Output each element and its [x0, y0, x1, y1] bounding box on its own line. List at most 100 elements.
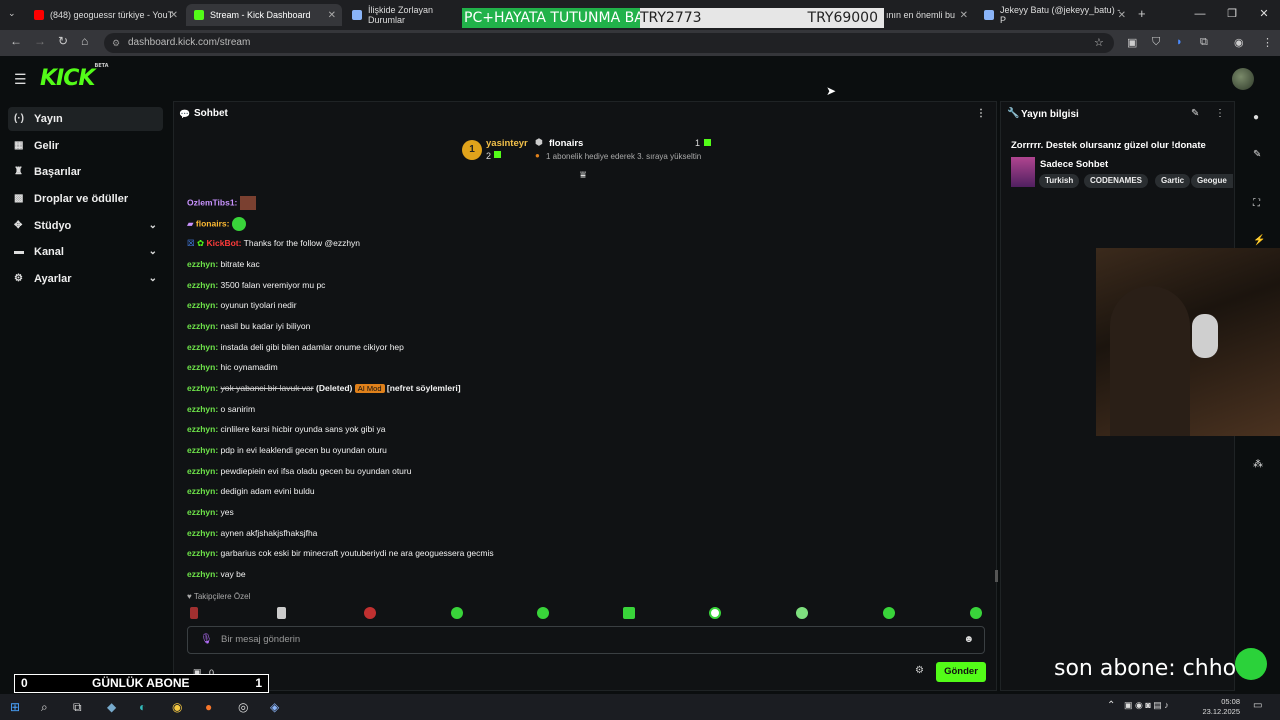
browser-menu-icon[interactable]: ⋮ [1262, 36, 1273, 49]
sidebar-item-basarilar[interactable]: ♜ Başarılar [8, 160, 163, 184]
sidebar-item-ayarlar[interactable]: ⚙ Ayarlar ⌄ [8, 267, 163, 291]
chat-settings-icon[interactable]: ⚙ [915, 665, 924, 676]
extension-icon[interactable]: ▣ [1127, 36, 1137, 49]
stream-tag[interactable]: Geogue [1191, 174, 1233, 188]
chat-message-input[interactable]: 🎙 Bir mesaj gönderin ☻ [187, 626, 985, 654]
tray-chevron-icon[interactable]: ⌃ [1107, 700, 1115, 711]
emote-button[interactable] [883, 607, 895, 619]
chat-username[interactable]: ezzhyn: [187, 259, 218, 269]
sidebar-item-kanal[interactable]: ▬ Kanal ⌄ [8, 240, 163, 264]
stream-tag[interactable]: CODENAMES [1084, 174, 1149, 188]
browser-tab-onemli[interactable]: ının en önemli bu ✕ [878, 4, 974, 26]
emote-button[interactable] [623, 607, 635, 619]
browser-tab-youtube[interactable]: (848) geoguessr türkiye - YouT ✕ [26, 4, 184, 26]
minimize-icon[interactable]: — [1184, 0, 1216, 30]
new-tab-icon[interactable]: + [1138, 6, 1146, 21]
forward-icon[interactable]: → [34, 34, 46, 48]
browser-tab-iliskide[interactable]: İlişkide Zorlayan Durumlar [344, 4, 464, 26]
tab-list-chevron-icon[interactable]: ⌄ [8, 8, 16, 19]
back-icon[interactable]: ← [10, 34, 22, 48]
emote-button[interactable] [970, 607, 982, 619]
extension-icon[interactable]: ◗ [1176, 36, 1183, 48]
kick-logo[interactable]: KICKBETA [40, 63, 109, 91]
scrollbar[interactable] [995, 570, 998, 582]
firefox-icon[interactable]: ● [205, 700, 212, 714]
chat-username[interactable]: flonairs: [196, 218, 230, 228]
system-clock[interactable]: 05:08 23.12.2025 [1196, 697, 1240, 717]
close-icon[interactable]: ✕ [170, 10, 178, 21]
chat-username[interactable]: ezzhyn: [187, 548, 218, 558]
user-avatar[interactable] [1232, 68, 1254, 90]
chat-username[interactable]: ezzhyn: [187, 466, 218, 476]
emote-button[interactable] [277, 607, 286, 619]
more-options-icon[interactable]: ⋮ [1215, 108, 1225, 119]
chat-username[interactable]: ezzhyn: [187, 569, 218, 579]
tray-icons[interactable]: ▣ ◉ ◙ ▤ ♪ [1124, 700, 1169, 711]
sidebar-item-gelir[interactable]: ▦ Gelir [8, 134, 163, 158]
fullscreen-icon[interactable]: ⛶ [1253, 198, 1260, 209]
reload-icon[interactable]: ↻ [58, 34, 68, 48]
profile-icon[interactable]: ◉ [1234, 36, 1244, 49]
bookmark-star-icon[interactable]: ☆ [1094, 36, 1104, 49]
emote-button[interactable] [709, 607, 721, 619]
lightning-icon[interactable]: ⚡ [1253, 235, 1265, 246]
site-info-icon[interactable]: ⚙ [112, 33, 120, 53]
sidebar-item-yayin[interactable]: (·) Yayın [8, 107, 163, 131]
hamburger-menu-icon[interactable]: ☰ [14, 71, 27, 88]
chat-username[interactable]: ezzhyn: [187, 486, 218, 496]
maximize-icon[interactable]: ❐ [1216, 0, 1248, 30]
info-icon[interactable]: ● [1253, 112, 1259, 123]
stream-tag[interactable]: Gartic [1155, 174, 1191, 188]
chat-username[interactable]: ezzhyn: [187, 507, 218, 517]
emoji-picker-icon[interactable]: ☻ [963, 627, 974, 653]
steam-icon[interactable]: ◈ [270, 700, 279, 714]
chat-username[interactable]: ezzhyn: [187, 342, 218, 352]
emote-button[interactable] [364, 607, 376, 619]
chat-username[interactable]: ezzhyn: [187, 300, 218, 310]
windows-start-icon[interactable]: ⊞ [10, 700, 20, 714]
edit-icon[interactable]: ✎ [1253, 149, 1261, 160]
leader-username[interactable]: yasinteyr [486, 138, 528, 149]
support-chat-icon[interactable] [1235, 648, 1267, 680]
obs-icon[interactable]: ◎ [238, 700, 248, 714]
chat-username[interactable]: ezzhyn: [187, 528, 218, 538]
chat-username[interactable]: ezzhyn: [187, 321, 218, 331]
home-icon[interactable]: ⌂ [81, 34, 88, 48]
microphone-icon[interactable]: 🎙 [200, 627, 213, 653]
notifications-icon[interactable]: ▭ [1253, 700, 1262, 711]
emote-button[interactable] [537, 607, 549, 619]
copilot-icon[interactable]: ◆ [107, 700, 116, 714]
task-view-icon[interactable]: ⧉ [73, 700, 82, 715]
chat-username[interactable]: ezzhyn: [187, 280, 218, 290]
edge-icon[interactable]: ◐ [139, 700, 146, 714]
edit-icon[interactable]: ✎ [1191, 108, 1199, 119]
address-bar[interactable]: ⚙ dashboard.kick.com/stream [104, 33, 1114, 53]
send-button[interactable]: Gönder [936, 662, 986, 682]
chat-username[interactable]: ezzhyn: [187, 445, 218, 455]
category-name[interactable]: Sadece Sohbet [1040, 159, 1108, 170]
chat-username[interactable]: ezzhyn: [187, 424, 218, 434]
close-icon[interactable]: ✕ [960, 10, 968, 21]
close-icon[interactable]: ✕ [1118, 10, 1126, 21]
chat-username[interactable]: OzlemTibs1: [187, 197, 237, 207]
second-username[interactable]: flonairs [549, 138, 583, 149]
puzzle-icon[interactable]: ⧉ [1200, 36, 1208, 49]
stream-tag[interactable]: Turkish [1039, 174, 1080, 188]
chrome-icon[interactable]: ◉ [172, 700, 182, 714]
window-close-icon[interactable]: ✕ [1248, 0, 1280, 30]
browser-tab-kick[interactable]: Stream - Kick Dashboard ✕ [186, 4, 342, 26]
sidebar-item-studyo[interactable]: ✥ Stüdyo ⌄ [8, 214, 163, 238]
shield-icon[interactable]: ⛉ [1152, 36, 1160, 49]
browser-tab-jekeyy[interactable]: Jekeyy Batu (@jekeyy_batu) - P ✕ [976, 4, 1132, 26]
chat-username[interactable]: KickBot: [207, 238, 242, 248]
close-icon[interactable]: ✕ [328, 10, 336, 21]
emote-button[interactable] [190, 607, 198, 619]
search-icon[interactable]: ⌕ [41, 700, 48, 715]
sidebar-item-droplar[interactable]: ▩ Droplar ve ödüller [8, 187, 163, 211]
emote-button[interactable] [451, 607, 463, 619]
share-icon[interactable]: ⁂ [1253, 459, 1263, 470]
chat-username[interactable]: ezzhyn: [187, 362, 218, 372]
more-options-icon[interactable]: ⋮ [976, 102, 986, 126]
filter-icon[interactable]: ⩸ [580, 170, 586, 181]
chat-username[interactable]: ezzhyn: [187, 404, 218, 414]
